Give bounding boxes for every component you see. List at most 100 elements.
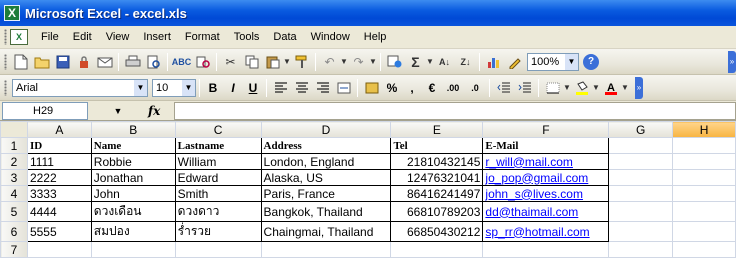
cell[interactable] (608, 153, 674, 170)
cell[interactable] (672, 185, 736, 202)
euro-button[interactable]: € (422, 81, 442, 95)
toolbar-grip[interactable] (4, 79, 7, 96)
column-header-d[interactable]: D (260, 121, 392, 138)
cell[interactable] (672, 201, 736, 222)
autosum-icon[interactable]: Σ (405, 51, 426, 72)
undo-icon[interactable]: ↶ (319, 51, 340, 72)
cell-tel[interactable]: 86416241497 (390, 185, 484, 202)
email-link[interactable]: sp_rr@hotmail.com (485, 225, 589, 239)
row-header[interactable]: 6 (0, 221, 28, 242)
increase-indent-icon[interactable] (514, 77, 535, 98)
workbook-icon[interactable]: X (10, 29, 28, 45)
email-link[interactable]: jo_pop@gmail.com (485, 171, 588, 185)
column-header-e[interactable]: E (390, 121, 484, 138)
cell-id[interactable]: 5555 (26, 221, 92, 242)
cell[interactable] (672, 221, 736, 242)
email-link[interactable]: dd@thaimail.com (485, 205, 578, 219)
cell-tel[interactable]: 66810789203 (390, 201, 484, 222)
cell-address[interactable]: Paris, France (260, 185, 392, 202)
save-icon[interactable] (52, 51, 73, 72)
chart-wizard-icon[interactable] (483, 51, 504, 72)
cell-lastname[interactable]: ร่ำรวย (174, 221, 262, 242)
email-link[interactable]: john_s@lives.com (485, 187, 583, 201)
print-preview-icon[interactable] (143, 51, 164, 72)
cell-id[interactable]: 2222 (26, 169, 92, 186)
chevron-down-icon[interactable]: ▼ (88, 106, 148, 116)
cell[interactable] (672, 153, 736, 170)
menu-help[interactable]: Help (357, 27, 394, 47)
cell-id[interactable]: 4444 (26, 201, 92, 222)
cell[interactable] (608, 221, 674, 242)
menu-file[interactable]: File (34, 27, 66, 47)
spelling-icon[interactable]: ABC (171, 51, 192, 72)
cell-name[interactable]: ดวงเดือน (90, 201, 176, 222)
header-cell-lastname[interactable]: Lastname (174, 137, 262, 154)
column-header-h[interactable]: H (672, 121, 736, 138)
column-header-f[interactable]: F (482, 121, 610, 138)
cell[interactable] (608, 185, 674, 202)
cell[interactable] (90, 241, 176, 258)
chevron-down-icon[interactable]: ▼ (340, 51, 348, 72)
cell-lastname[interactable]: Edward (174, 169, 262, 186)
font-select[interactable]: Arial ▼ (12, 78, 148, 97)
cell-id[interactable]: 3333 (26, 185, 92, 202)
cell-email[interactable]: john_s@lives.com (482, 185, 610, 202)
cell[interactable] (672, 241, 736, 258)
drawing-icon[interactable] (504, 51, 525, 72)
sort-descending-icon[interactable]: Z↓ (455, 51, 476, 72)
borders-icon[interactable] (542, 77, 563, 98)
chevron-down-icon[interactable]: ▼ (565, 53, 578, 70)
cell[interactable] (174, 241, 262, 258)
cell-name[interactable]: สมปอง (90, 221, 176, 242)
cell[interactable] (482, 241, 610, 258)
zoom-select[interactable]: 100% ▼ (527, 52, 579, 71)
cell-email[interactable]: r_will@mail.com (482, 153, 610, 170)
menu-tools[interactable]: Tools (227, 27, 267, 47)
cell[interactable] (260, 241, 392, 258)
chevron-down-icon[interactable]: ▼ (621, 77, 629, 98)
print-icon[interactable] (122, 51, 143, 72)
chevron-down-icon[interactable]: ▼ (134, 79, 147, 96)
toolbar-grip[interactable] (4, 29, 7, 45)
font-color-icon[interactable]: A (600, 77, 621, 98)
header-cell-name[interactable]: Name (90, 137, 176, 154)
row-header[interactable]: 2 (0, 153, 28, 170)
cell-email[interactable]: jo_pop@gmail.com (482, 169, 610, 186)
comma-style-button[interactable]: , (402, 81, 422, 95)
cell[interactable] (608, 137, 674, 154)
chevron-down-icon[interactable]: ▼ (283, 51, 291, 72)
cell[interactable] (672, 137, 736, 154)
decrease-indent-icon[interactable] (493, 77, 514, 98)
menu-data[interactable]: Data (266, 27, 303, 47)
row-header[interactable]: 1 (0, 137, 28, 154)
header-cell-email[interactable]: E-Mail (482, 137, 610, 154)
header-cell-id[interactable]: ID (26, 137, 92, 154)
bold-button[interactable]: B (203, 81, 223, 95)
cell-address[interactable]: London, England (260, 153, 392, 170)
cell-address[interactable]: Bangkok, Thailand (260, 201, 392, 222)
open-icon[interactable] (31, 51, 52, 72)
underline-button[interactable]: U (243, 81, 263, 95)
cell-address[interactable]: Chaingmai, Thailand (260, 221, 392, 242)
cut-icon[interactable]: ✂ (220, 51, 241, 72)
menu-edit[interactable]: Edit (66, 27, 99, 47)
chevron-down-icon[interactable]: ▼ (592, 77, 600, 98)
cell-tel[interactable]: 21810432145 (390, 153, 484, 170)
cell-lastname[interactable]: Smith (174, 185, 262, 202)
column-header-b[interactable]: B (90, 121, 176, 138)
toolbar-grip[interactable] (4, 53, 7, 70)
menu-format[interactable]: Format (178, 27, 227, 47)
menu-view[interactable]: View (99, 27, 137, 47)
insert-function-icon[interactable]: fx (148, 104, 174, 118)
percent-style-button[interactable]: % (382, 81, 402, 95)
merge-center-icon[interactable] (333, 77, 354, 98)
redo-icon[interactable]: ↷ (348, 51, 369, 72)
cell-lastname[interactable]: William (174, 153, 262, 170)
chevron-down-icon[interactable]: ▼ (182, 79, 195, 96)
cell[interactable] (672, 169, 736, 186)
fill-color-icon[interactable] (571, 77, 592, 98)
chevron-down-icon[interactable]: ▼ (426, 51, 434, 72)
currency-style-icon[interactable] (361, 77, 382, 98)
cell[interactable] (26, 241, 92, 258)
row-header[interactable]: 7 (0, 241, 28, 258)
